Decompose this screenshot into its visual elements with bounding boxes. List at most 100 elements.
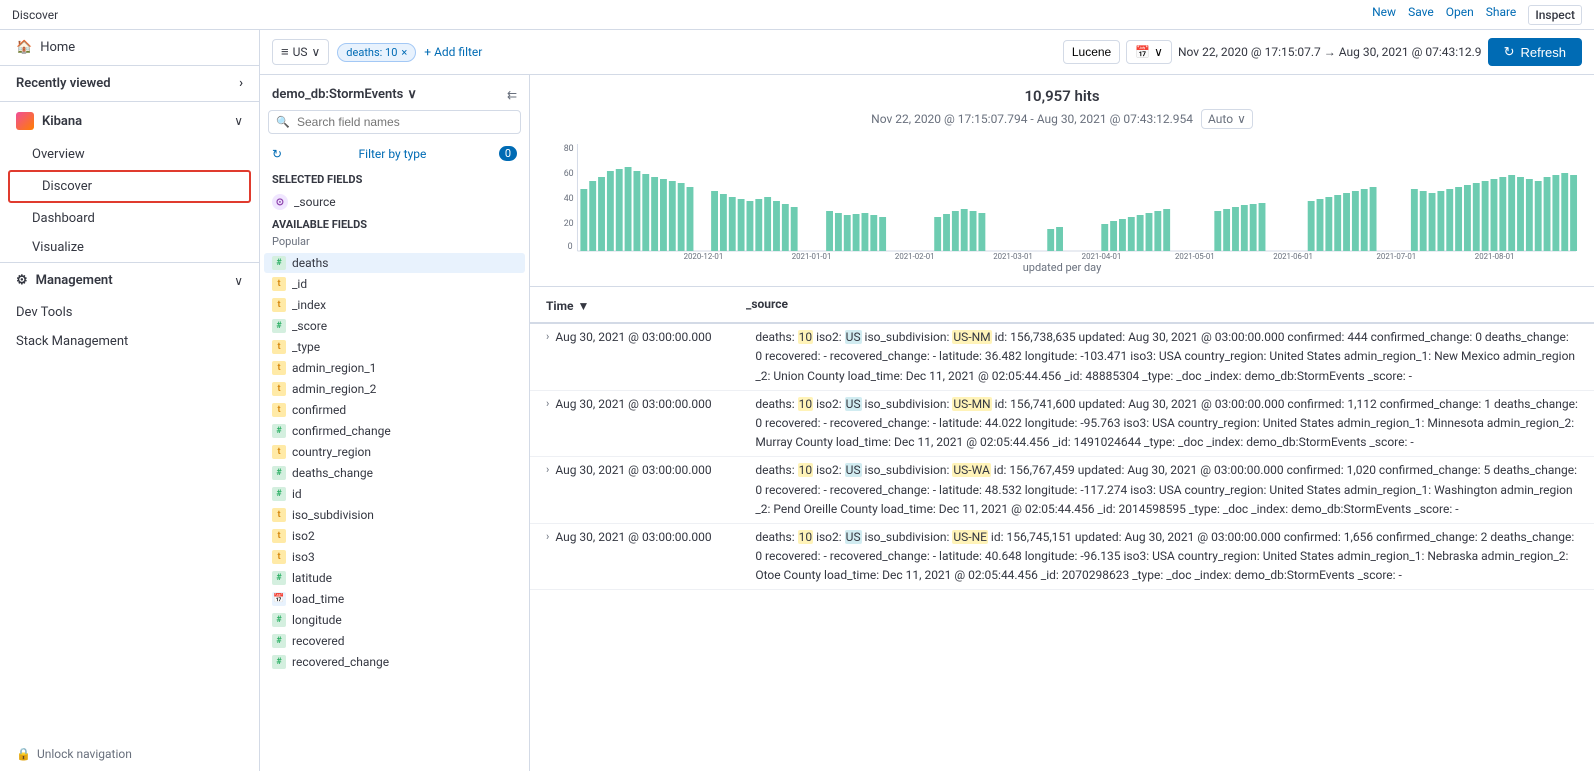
- svg-text:2021-05-01: 2021-05-01: [1175, 252, 1215, 259]
- table-row[interactable]: › Aug 30, 2021 @ 03:00:00.000 deaths: 10…: [530, 324, 1594, 391]
- field-item-admin_region_2[interactable]: t admin_region_2: [264, 379, 525, 399]
- column-time-header[interactable]: Time ▼: [546, 295, 746, 314]
- svg-text:2021-03-01: 2021-03-01: [993, 252, 1033, 259]
- field-type-icon-confirmed_change: #: [272, 424, 286, 438]
- table-row[interactable]: › Aug 30, 2021 @ 03:00:00.000 deaths: 10…: [530, 524, 1594, 591]
- highlight-iso-sub: US-NE: [952, 530, 988, 544]
- filter-tag-close-icon[interactable]: ×: [401, 46, 407, 59]
- field-item-iso3[interactable]: t iso3: [264, 547, 525, 567]
- field-item-longitude[interactable]: # longitude: [264, 610, 525, 630]
- highlight-iso-sub: US-WA: [952, 463, 990, 477]
- field-item-_index[interactable]: t _index: [264, 295, 525, 315]
- filter-tag-deaths[interactable]: deaths: 10 ×: [337, 43, 416, 62]
- unlock-nav-label: Unlock navigation: [37, 747, 132, 761]
- result-rows: › Aug 30, 2021 @ 03:00:00.000 deaths: 10…: [530, 324, 1594, 590]
- field-item-id[interactable]: # id: [264, 484, 525, 504]
- field-type-icon-recovered_change: #: [272, 655, 286, 669]
- sidebar-item-visualize[interactable]: Visualize: [0, 233, 259, 262]
- highlight-deaths: 10: [798, 463, 814, 477]
- lucene-button[interactable]: Lucene: [1063, 40, 1120, 64]
- field-type-icon-id: #: [272, 487, 286, 501]
- svg-text:2021-01-01: 2021-01-01: [792, 252, 832, 259]
- row-expand-icon[interactable]: ›: [546, 395, 549, 410]
- svg-text:2021-08-01: 2021-08-01: [1475, 252, 1515, 259]
- sidebar-home-item[interactable]: 🏠 Home: [0, 30, 259, 66]
- filter-count-badge: 0: [499, 146, 517, 161]
- field-name-_index: _index: [292, 298, 517, 312]
- index-pattern-icon: ≡: [281, 44, 289, 60]
- open-button[interactable]: Open: [1446, 5, 1474, 25]
- chart-x-axis-label: updated per day: [546, 261, 1578, 274]
- save-button[interactable]: Save: [1408, 5, 1434, 25]
- management-section: ⚙ Management ∨ Dev Tools Stack Managemen…: [0, 263, 259, 356]
- management-header-left: ⚙ Management: [16, 273, 113, 288]
- field-type-icon-iso_subdivision: t: [272, 508, 286, 522]
- collapse-fields-button[interactable]: ⇇: [507, 88, 517, 102]
- field-item-admin_region_1[interactable]: t admin_region_1 +: [264, 358, 525, 378]
- calendar-chevron-icon: ∨: [1154, 45, 1163, 59]
- highlight-iso2: US: [845, 397, 862, 411]
- field-item-confirmed_change[interactable]: # confirmed_change: [264, 421, 525, 441]
- field-name-load_time: load_time: [292, 592, 517, 606]
- table-row[interactable]: › Aug 30, 2021 @ 03:00:00.000 deaths: 10…: [530, 457, 1594, 524]
- field-item-latitude[interactable]: # latitude: [264, 568, 525, 588]
- data-area: 10,957 hits Nov 22, 2020 @ 17:15:07.794 …: [530, 75, 1594, 771]
- unlock-navigation-button[interactable]: 🔒 Unlock navigation: [0, 737, 259, 771]
- field-item-deaths_change[interactable]: # deaths_change: [264, 463, 525, 483]
- recently-viewed-header[interactable]: Recently viewed ›: [0, 66, 259, 101]
- field-name-country_region: country_region: [292, 445, 517, 459]
- add-filter-button[interactable]: + Add filter: [424, 45, 482, 59]
- field-item-_type[interactable]: t _type: [264, 337, 525, 357]
- field-item-iso_subdivision[interactable]: t iso_subdivision: [264, 505, 525, 525]
- popular-label: Popular: [260, 235, 529, 252]
- query-bar: ≡ US ∨ deaths: 10 × + Add filter Lucene …: [260, 30, 1594, 75]
- inspect-button[interactable]: Inspect: [1528, 5, 1582, 25]
- field-item-load_time[interactable]: 📅 load_time: [264, 589, 525, 609]
- kibana-header[interactable]: Kibana ∨: [0, 102, 259, 140]
- field-name-latitude: latitude: [292, 571, 517, 585]
- field-name-_id: _id: [292, 277, 517, 291]
- search-fields-icon: 🔍: [276, 116, 290, 129]
- field-item-country_region[interactable]: t country_region: [264, 442, 525, 462]
- field-item-iso2[interactable]: t iso2: [264, 526, 525, 546]
- field-name-admin_region_1: admin_region_1: [292, 361, 517, 375]
- results-area[interactable]: Time ▼ _source › Aug 30, 2021 @ 03:00:00…: [530, 287, 1594, 771]
- field-item-_id[interactable]: t _id: [264, 274, 525, 294]
- field-item-confirmed[interactable]: t confirmed: [264, 400, 525, 420]
- recently-viewed-chevron-icon: ›: [239, 76, 243, 91]
- svg-text:2021-04-01: 2021-04-01: [1082, 252, 1122, 259]
- result-time: Aug 30, 2021 @ 03:00:00.000: [555, 461, 755, 477]
- share-button[interactable]: Share: [1486, 5, 1517, 25]
- index-name-chevron-icon: ∨: [407, 87, 417, 102]
- histogram-chart: 80 60 40 20 0: [546, 139, 1578, 259]
- row-expand-icon[interactable]: ›: [546, 461, 549, 476]
- sidebar-item-discover[interactable]: Discover: [8, 170, 251, 203]
- field-item-recovered[interactable]: # recovered: [264, 631, 525, 651]
- new-button[interactable]: New: [1372, 5, 1396, 25]
- field-item-deaths[interactable]: # deaths: [264, 253, 525, 273]
- sidebar-item-overview[interactable]: Overview: [0, 140, 259, 169]
- index-name[interactable]: demo_db:StormEvents ∨: [272, 87, 417, 102]
- field-name-id: id: [292, 487, 517, 501]
- row-expand-icon[interactable]: ›: [546, 328, 549, 343]
- field-item-recovered_change[interactable]: # recovered_change: [264, 652, 525, 672]
- auto-select-button[interactable]: Auto ∨: [1201, 109, 1253, 129]
- time-display[interactable]: Nov 22, 2020 @ 17:15:07.7 → Aug 30, 2021…: [1178, 45, 1482, 59]
- highlight-iso2: US: [845, 330, 862, 344]
- row-expand-icon[interactable]: ›: [546, 528, 549, 543]
- table-row[interactable]: › Aug 30, 2021 @ 03:00:00.000 deaths: 10…: [530, 391, 1594, 458]
- index-selector[interactable]: ≡ US ∨: [272, 39, 329, 65]
- sidebar-item-stack-management[interactable]: Stack Management: [0, 327, 259, 356]
- field-name-confirmed: confirmed: [292, 403, 517, 417]
- refresh-button[interactable]: ↻ Refresh: [1488, 38, 1582, 66]
- field-type-icon-iso3: t: [272, 550, 286, 564]
- field-item-_score[interactable]: # _score: [264, 316, 525, 336]
- field-item-source[interactable]: ⊙ _source: [264, 191, 525, 213]
- filter-by-type-button[interactable]: ↻ Filter by type 0: [260, 142, 529, 169]
- calendar-button[interactable]: 📅 ∨: [1126, 40, 1172, 64]
- sidebar-item-dev-tools[interactable]: Dev Tools: [0, 298, 259, 327]
- search-fields-input[interactable]: [268, 110, 521, 134]
- management-header[interactable]: ⚙ Management ∨: [0, 263, 259, 298]
- sidebar-item-dashboard[interactable]: Dashboard: [0, 204, 259, 233]
- result-source: deaths: 10 iso2: US iso_subdivision: US-…: [755, 528, 1578, 586]
